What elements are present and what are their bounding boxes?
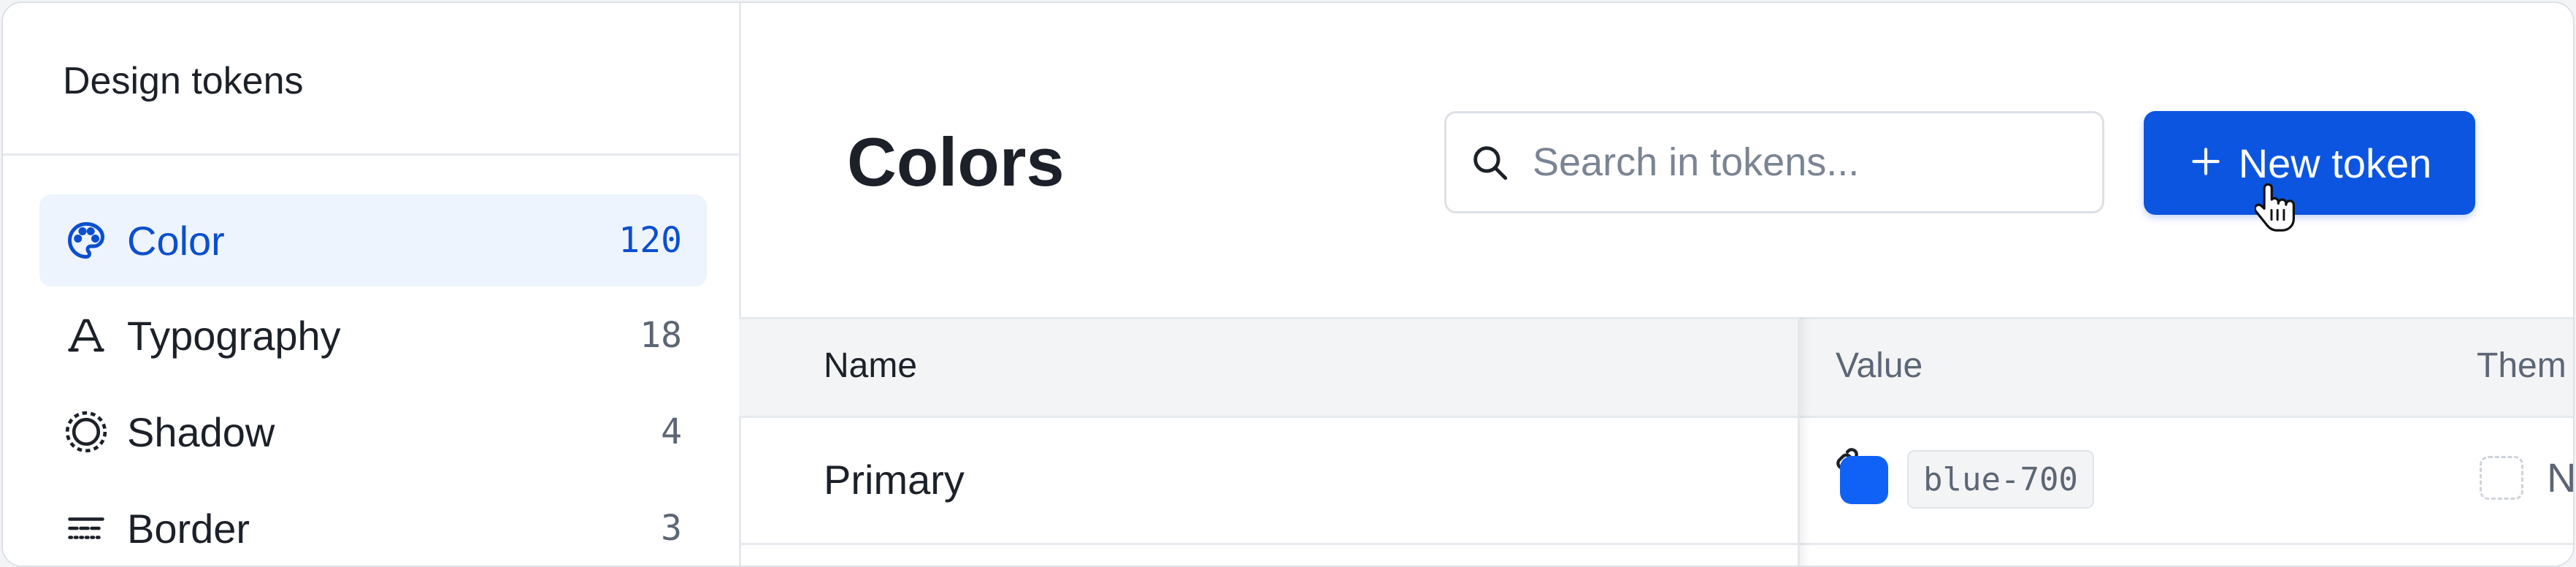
- sidebar-item-border[interactable]: Border 3: [39, 482, 707, 566]
- sidebar: Design tokens Color 120 Typography 18 Sh…: [3, 3, 741, 566]
- border-icon: [63, 505, 110, 552]
- palette-icon: [63, 217, 110, 264]
- new-token-label: New token: [2238, 140, 2432, 186]
- column-header-theme[interactable]: Them: [2477, 317, 2567, 414]
- theme-value: N: [2547, 454, 2575, 501]
- sidebar-item-count: 18: [640, 315, 682, 356]
- table-header-row: [739, 317, 2573, 418]
- sidebar-item-shadow[interactable]: Shadow 4: [39, 386, 707, 478]
- hand-cursor-icon: [2255, 183, 2295, 232]
- app-window: Design tokens Color 120 Typography 18 Sh…: [1, 1, 2575, 567]
- plus-icon: [2188, 139, 2224, 187]
- color-swatch[interactable]: [1840, 456, 1888, 504]
- sidebar-item-label: Color: [127, 217, 225, 264]
- sidebar-item-count: 120: [618, 220, 682, 261]
- column-divider-shadow: [1800, 317, 1810, 566]
- column-header-value[interactable]: Value: [1836, 317, 1923, 414]
- sidebar-item-label: Border: [127, 505, 250, 552]
- sidebar-item-count: 4: [661, 411, 682, 452]
- sidebar-item-count: 3: [661, 508, 682, 549]
- sidebar-item-label: Typography: [127, 312, 341, 359]
- shadow-icon: [63, 408, 110, 455]
- sidebar-item-color[interactable]: Color 120: [39, 194, 707, 286]
- page-title: Colors: [847, 123, 1065, 200]
- sidebar-title: Design tokens: [63, 60, 304, 102]
- typography-icon: [63, 312, 110, 359]
- token-value-chip[interactable]: blue-700: [1907, 450, 2094, 509]
- column-header-name[interactable]: Name: [824, 317, 917, 414]
- sidebar-item-label: Shadow: [127, 408, 275, 455]
- token-name: Primary: [824, 456, 965, 503]
- sidebar-item-typography[interactable]: Typography 18: [39, 289, 707, 381]
- search-input[interactable]: [1531, 139, 2060, 186]
- theme-placeholder-box[interactable]: [2480, 456, 2523, 500]
- new-token-button[interactable]: New token: [2144, 111, 2475, 215]
- table-row[interactable]: [739, 416, 2573, 545]
- search-icon: [1468, 141, 1511, 183]
- search-box[interactable]: [1444, 111, 2104, 213]
- sidebar-divider: [3, 153, 739, 156]
- main-content: Colors New token Name Value: [739, 3, 2573, 566]
